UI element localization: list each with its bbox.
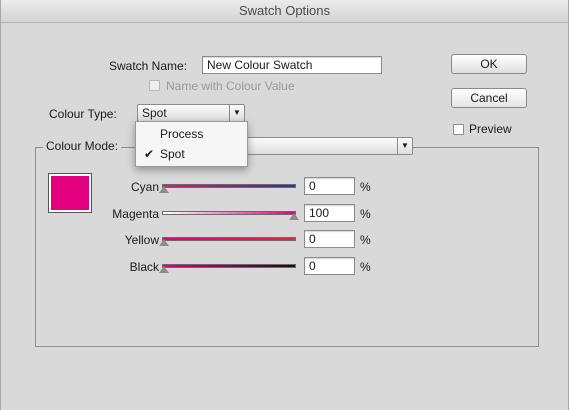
cyan-slider-track[interactable] — [162, 184, 296, 188]
black-slider-track[interactable] — [162, 264, 296, 268]
yellow-slider-thumb[interactable] — [159, 239, 169, 246]
ok-button[interactable]: OK — [451, 54, 527, 74]
slider-row-magenta: Magenta 100% — [1, 204, 569, 224]
magenta-slider-track[interactable] — [162, 211, 296, 215]
colour-mode-select[interactable]: ▼ — [236, 137, 413, 155]
name-with-colour-value-checkbox[interactable] — [149, 80, 160, 91]
magenta-label: Magenta — [112, 207, 159, 221]
preview-label: Preview — [469, 122, 512, 136]
colour-mode-label: Colour Mode: — [43, 139, 122, 153]
cyan-unit-label: % — [360, 180, 371, 194]
cyan-slider-thumb[interactable] — [159, 186, 169, 193]
yellow-slider-track[interactable] — [162, 237, 296, 241]
black-label: Black — [129, 260, 159, 274]
slider-row-yellow: Yellow 0% — [1, 230, 569, 250]
cyan-label: Cyan — [130, 180, 159, 194]
name-with-colour-value-label: Name with Colour Value — [166, 79, 295, 93]
colour-type-label: Colour Type: — [49, 107, 117, 121]
menu-item-spot[interactable]: ✔ Spot — [136, 144, 247, 164]
black-value-input[interactable]: 0 — [304, 257, 355, 275]
swatch-name-label: Swatch Name: — [109, 59, 188, 73]
black-unit-label: % — [360, 260, 371, 274]
cancel-button[interactable]: Cancel — [451, 88, 527, 108]
colour-type-menu: Process ✔ Spot — [135, 121, 248, 167]
preview-checkbox[interactable] — [453, 124, 464, 135]
yellow-unit-label: % — [360, 233, 371, 247]
colour-type-select[interactable]: Spot ▼ — [137, 104, 245, 122]
yellow-label: Yellow — [124, 233, 159, 247]
menu-item-process-label: Process — [160, 127, 204, 141]
slider-row-cyan: Cyan 0% — [1, 177, 569, 197]
black-slider-thumb[interactable] — [159, 266, 169, 273]
chevron-down-icon: ▼ — [229, 105, 244, 121]
chevron-down-icon: ▼ — [397, 138, 412, 154]
dialog-title: Swatch Options — [1, 0, 568, 23]
cyan-value-input[interactable]: 0 — [304, 177, 355, 195]
checkmark-icon: ✔ — [144, 147, 155, 161]
colour-type-value: Spot — [142, 106, 167, 120]
swatch-options-dialog: Swatch Options Swatch Name: New Colour S… — [0, 0, 569, 410]
magenta-value-input[interactable]: 100 — [304, 204, 355, 222]
menu-item-process[interactable]: Process — [136, 124, 247, 144]
menu-item-spot-label: Spot — [160, 147, 185, 161]
magenta-unit-label: % — [360, 207, 371, 221]
yellow-value-input[interactable]: 0 — [304, 230, 355, 248]
swatch-name-input[interactable]: New Colour Swatch — [202, 56, 382, 74]
slider-row-black: Black 0% — [1, 257, 569, 277]
magenta-slider-thumb[interactable] — [289, 213, 299, 220]
